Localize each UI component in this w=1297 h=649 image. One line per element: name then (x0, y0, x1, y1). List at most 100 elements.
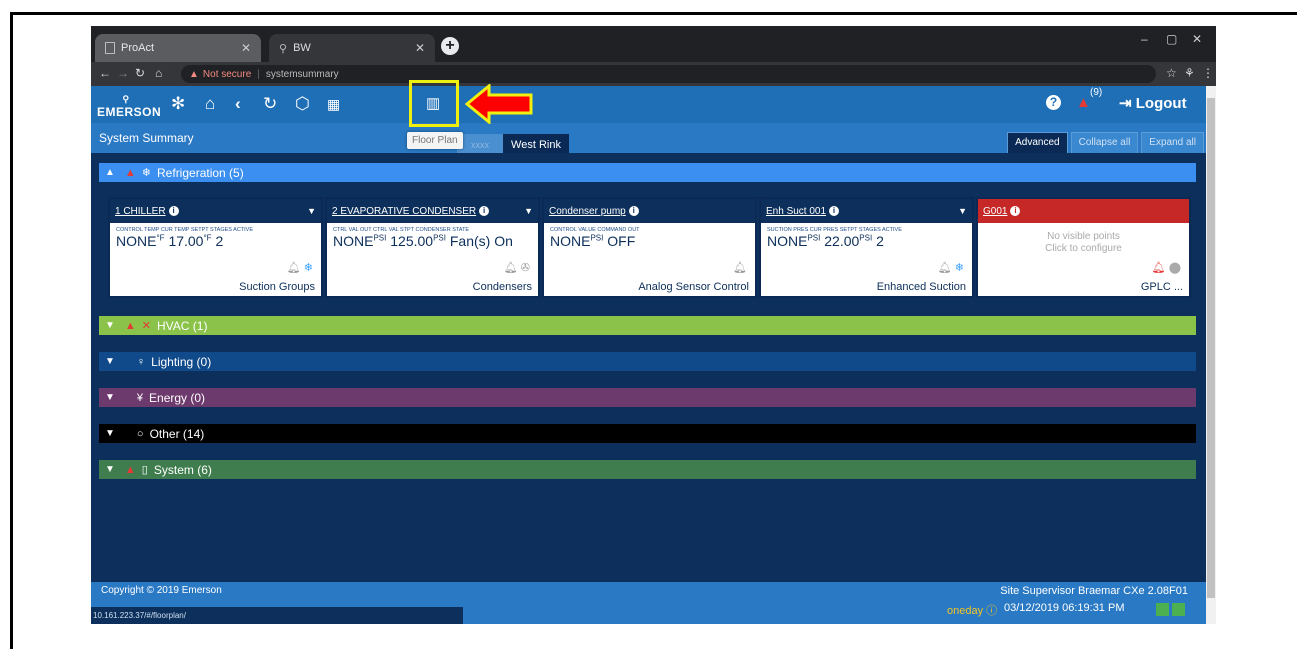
device-card[interactable]: Condenser pump i CONTROL VALUE COMMAND OU… (542, 197, 757, 298)
maximize-icon[interactable]: ▢ (1166, 32, 1177, 46)
gear-icon[interactable]: ✻ (171, 94, 185, 114)
dropdown-icon[interactable]: ▼ (307, 206, 316, 216)
point-values: NONEPSI 125.00PSI Fan(s) On (333, 233, 513, 249)
device-card[interactable]: 1 CHILLER i ▼ CONTROL TEMP CUR TEMP SETPT … (108, 197, 323, 298)
cube-icon[interactable]: ⬡ (295, 94, 310, 114)
section-energy[interactable]: ▼ ¥ Energy (0) (99, 388, 1196, 407)
logout-icon: ⇥ (1119, 95, 1136, 112)
alarm-count: (9) (1090, 87, 1103, 98)
advanced-button[interactable]: Advanced (1007, 132, 1068, 154)
card-category[interactable]: Enhanced Suction (877, 281, 966, 293)
home-icon[interactable]: ⌂ (205, 94, 215, 114)
emerson-logo: ⚲ EMERSON (97, 94, 162, 119)
scrollbar-thumb[interactable] (1207, 98, 1215, 598)
device-title[interactable]: G001 (983, 206, 1007, 217)
plug-icon: ¥ (136, 391, 144, 404)
close-tab-icon[interactable]: ✕ (415, 41, 425, 55)
alarm-bell-icon: ▲ (124, 319, 136, 332)
snowflake-icon: ❄ (954, 262, 964, 274)
info-icon[interactable]: i (479, 206, 490, 216)
alarm-bell-icon: 🔔︎ (1151, 262, 1166, 274)
back-icon[interactable]: ‹ (235, 94, 241, 114)
info-icon[interactable]: i (168, 206, 179, 216)
browser-tab-bw[interactable]: ⚲ BW ✕ (269, 34, 435, 62)
browser-toolbar: ← → ↻ ⌂ ▲ Not secure | systemsummary ☆ ⚘… (91, 62, 1216, 86)
dropdown-icon[interactable]: ▼ (958, 206, 967, 216)
home-icon[interactable]: ⌂ (155, 66, 162, 80)
view-buttons: Advanced Collapse all Expand all (1004, 132, 1204, 154)
expand-icon[interactable]: ▼ (105, 320, 115, 331)
info-icon[interactable]: i (628, 206, 639, 216)
point-values: NONE°F 17.00°F 2 (116, 233, 224, 249)
section-hvac[interactable]: ▼ ▲ ✕ HVAC (1) (99, 316, 1196, 335)
new-tab-button[interactable]: + (441, 37, 459, 55)
bell-icon: 🔔︎ (937, 262, 952, 274)
address-bar[interactable]: ▲ Not secure | systemsummary (181, 65, 1156, 83)
minimize-icon[interactable]: – (1141, 32, 1148, 46)
reload-icon[interactable]: ↻ (135, 66, 145, 80)
close-window-icon[interactable]: ✕ (1192, 32, 1202, 46)
separator: | (257, 68, 260, 80)
app-footer: Copyright © 2019 Emerson 10.161.223.37/#… (91, 582, 1206, 624)
browser-window: ProAct ✕ ⚲ BW ✕ + – ▢ ✕ ← → ↻ ⌂ ▲ Not se… (91, 26, 1216, 624)
section-refrigeration[interactable]: ▲ ▲ ❄ Refrigeration (5) (99, 163, 1196, 182)
not-secure-label: Not secure (202, 68, 252, 80)
back-icon[interactable]: ← (99, 66, 111, 80)
scrollbar[interactable] (1206, 86, 1216, 624)
copyright: Copyright © 2019 Emerson (101, 585, 222, 596)
system-icon: ▯ (141, 464, 148, 476)
expand-icon[interactable]: ▼ (105, 392, 115, 403)
device-title[interactable]: 2 EVAPORATIVE CONDENSER (332, 206, 476, 217)
device-card[interactable]: G001 i No visible points Click to configur… (976, 197, 1191, 298)
card-category[interactable]: Condensers (473, 281, 532, 293)
expand-all-button[interactable]: Expand all (1141, 132, 1204, 154)
dropdown-icon[interactable]: ▼ (524, 206, 533, 216)
collapse-icon[interactable]: ▲ (105, 167, 115, 178)
device-title[interactable]: Enh Suct 001 (766, 206, 826, 217)
card-category[interactable]: Suction Groups (239, 281, 315, 293)
section-system[interactable]: ▼ ▲ ▯ System (6) (99, 460, 1196, 479)
logout-button[interactable]: ⇥ Logout (1119, 94, 1187, 112)
section-other[interactable]: ▼ ○ Other (14) (99, 424, 1196, 443)
alarm-bell-icon[interactable]: ▲ (1076, 94, 1091, 111)
point-values: NONEPSI 22.00PSI 2 (767, 233, 884, 249)
warning-icon: ▲ (189, 68, 199, 80)
device-title[interactable]: 1 CHILLER (115, 206, 166, 217)
expand-icon[interactable]: ▼ (105, 428, 115, 439)
status-bar-url: 10.161.223.37/#/floorplan/ (91, 607, 463, 624)
collapse-all-button[interactable]: Collapse all (1070, 132, 1139, 154)
date-time: 03/12/2019 06:19:31 PM (1004, 602, 1125, 614)
tab-title: BW (293, 42, 311, 54)
url-text: systemsummary (265, 68, 339, 80)
device-card[interactable]: Enh Suct 001 i ▼ SUCTION PRES CUR PRES SET… (759, 197, 974, 298)
close-tab-icon[interactable]: ✕ (241, 41, 251, 55)
point-labels: CTRL VAL OUT CTRL VAL STPT CONDENSER STA… (333, 227, 470, 233)
oneday-link[interactable]: oneday ⓘ (947, 602, 997, 618)
disabled-icon: ⬤ (1168, 262, 1181, 274)
point-labels: SUCTION PRES CUR PRES SETPT STAGES ACTIV… (767, 227, 902, 233)
forward-icon[interactable]: → (117, 66, 129, 80)
tab-strip: ProAct ✕ ⚲ BW ✕ + – ▢ ✕ (91, 26, 1216, 62)
star-icon[interactable]: ☆ (1166, 66, 1177, 80)
calendar-icon[interactable]: ▦ (327, 94, 340, 114)
help-icon[interactable]: ? (1046, 95, 1061, 110)
device-title[interactable]: Condenser pump (549, 206, 626, 217)
menu-icon[interactable]: ⋮ (1202, 66, 1214, 80)
no-visible-points[interactable]: No visible points Click to configure (978, 231, 1189, 255)
card-category[interactable]: GPLC ... (1141, 281, 1183, 293)
extension-icon[interactable]: ⚘ (1184, 66, 1195, 80)
expand-icon[interactable]: ▼ (105, 356, 115, 367)
status-indicator (1156, 603, 1169, 616)
expand-icon[interactable]: ▼ (105, 464, 115, 475)
browser-tab-proact[interactable]: ProAct ✕ (95, 34, 261, 62)
info-icon[interactable]: i (1010, 206, 1021, 216)
snowflake-icon: ❄ (141, 167, 152, 179)
info-icon[interactable]: i (829, 206, 840, 216)
site-info: Site Supervisor Braemar CXe 2.08F01 (1000, 585, 1188, 597)
device-card[interactable]: 2 EVAPORATIVE CONDENSER i ▼ CTRL VAL OUT C… (325, 197, 540, 298)
highlight-box (409, 80, 459, 127)
app-header: ⚲ EMERSON ✻ ⌂ ‹ ↻ ⬡ ▦ ▥ ? ▲ (9) ⇥ Logout (91, 86, 1206, 123)
card-category[interactable]: Analog Sensor Control (638, 281, 749, 293)
refresh-icon[interactable]: ↻ (263, 94, 277, 114)
section-lighting[interactable]: ▼ ♀ Lighting (0) (99, 352, 1196, 371)
